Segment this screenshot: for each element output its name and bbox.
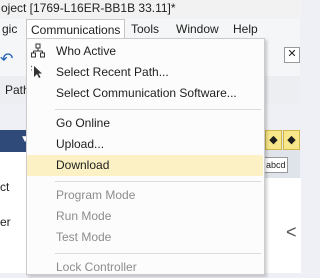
close-icon[interactable]: ✕ bbox=[284, 47, 300, 63]
menu-item-download[interactable]: Download bbox=[27, 155, 263, 176]
menu-item-upload[interactable]: Upload... bbox=[27, 134, 263, 155]
menu-item-lock-controller[interactable]: Lock Controller bbox=[27, 257, 263, 278]
menu-item-select-recent-path[interactable]: Select Recent Path... bbox=[27, 62, 263, 83]
menu-separator bbox=[55, 109, 261, 110]
menu-item-select-communication-software[interactable]: Select Communication Software... bbox=[27, 83, 263, 104]
menu-help[interactable]: Help bbox=[228, 19, 263, 40]
instruction-button-2[interactable]: ◆ bbox=[283, 130, 300, 150]
menu-item-go-online[interactable]: Go Online bbox=[27, 113, 263, 134]
undo-icon[interactable]: ↶ bbox=[0, 49, 13, 69]
menu-tools[interactable]: Tools bbox=[126, 19, 164, 40]
menu-separator bbox=[55, 181, 261, 182]
menu-item-test-mode[interactable]: Test Mode bbox=[27, 227, 263, 248]
ladder-editor-pane: < bbox=[263, 178, 301, 273]
recent-path-icon bbox=[30, 64, 45, 80]
contact-symbol: < bbox=[286, 222, 297, 242]
panel-text-2: er bbox=[0, 215, 11, 229]
window-title: oject [1769-L16ER-BB1B 33.11]* bbox=[1, 1, 176, 15]
instruction-button-1[interactable]: ◆ bbox=[265, 130, 282, 150]
menu-item-program-mode[interactable]: Program Mode bbox=[27, 185, 263, 206]
menu-item-who-active[interactable]: Who Active bbox=[27, 41, 263, 62]
menu-item-run-mode[interactable]: Run Mode bbox=[27, 206, 263, 227]
abcd-instruction[interactable]: abcd bbox=[264, 157, 288, 173]
window-title-bar: oject [1769-L16ER-BB1B 33.11]* bbox=[0, 0, 301, 19]
network-tree-icon bbox=[31, 43, 45, 59]
menu-separator bbox=[55, 253, 261, 254]
menu-window[interactable]: Window bbox=[171, 19, 224, 40]
menu-logic[interactable]: gic bbox=[0, 19, 22, 40]
panel-text-1: ct bbox=[0, 180, 10, 194]
communications-menu: Who Active Select Recent Path... Select … bbox=[26, 38, 265, 275]
